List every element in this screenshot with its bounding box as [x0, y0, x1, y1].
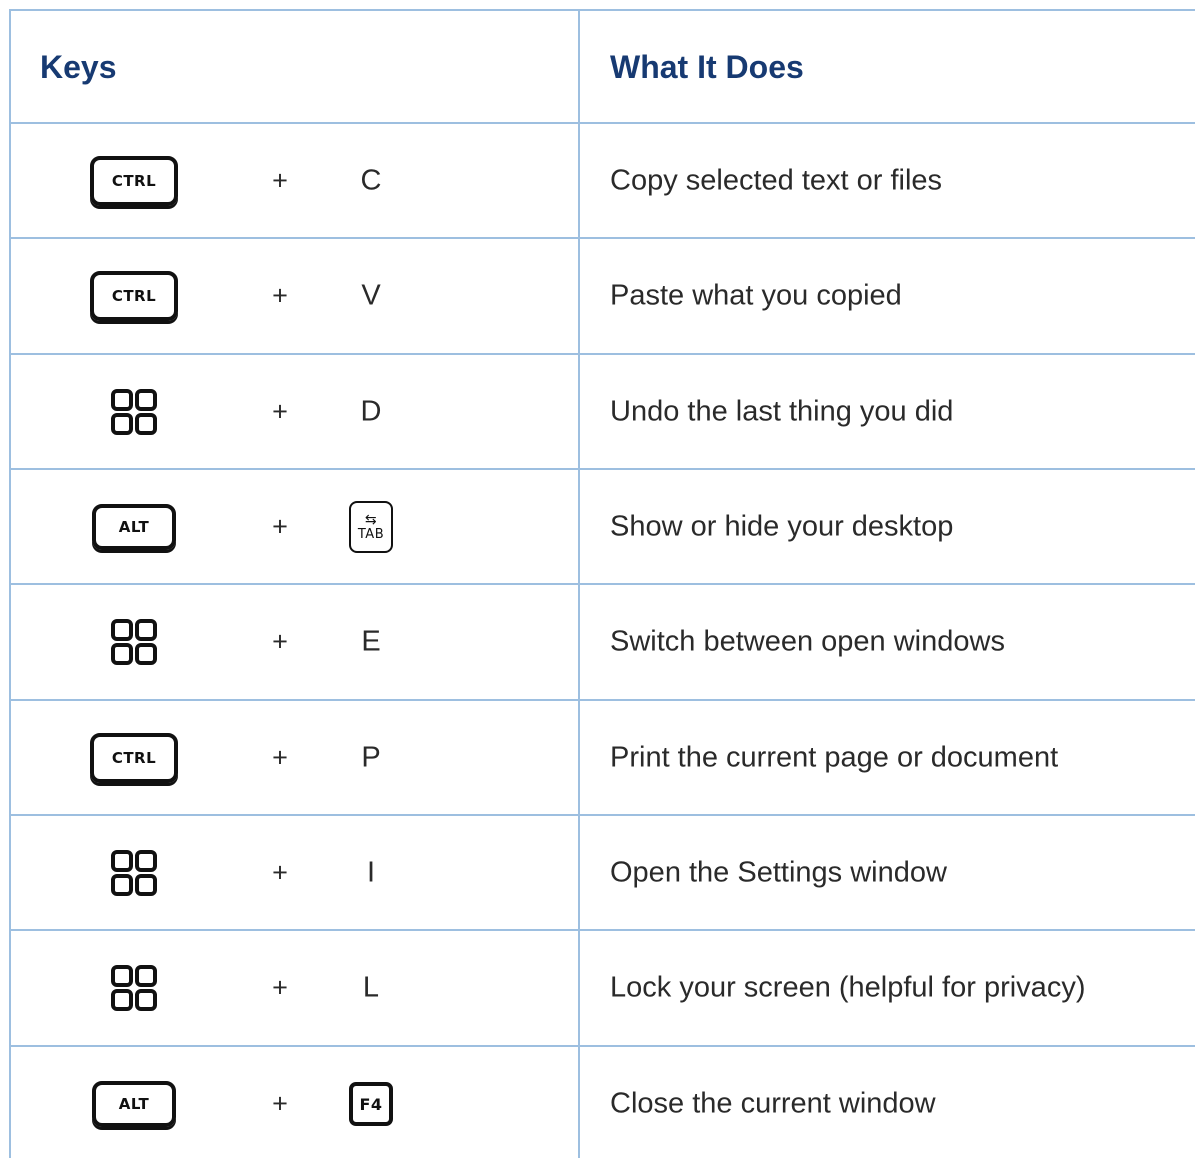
ctrl-key-icon: CTRL	[90, 156, 178, 206]
table-row: CTRL + V Paste what you copied	[9, 239, 1195, 354]
plus-sign: +	[272, 511, 288, 542]
table-row: + L Lock your screen (helpful for privac…	[9, 931, 1195, 1046]
table-row: ALT + F4 Close the current window	[9, 1047, 1195, 1162]
ctrl-key-icon: CTRL	[90, 271, 178, 321]
tab-arrows-icon: ⇆	[364, 512, 378, 528]
shortcut-description: Copy selected text or files	[610, 164, 943, 197]
plus-sign: +	[272, 972, 288, 1003]
table-row: + D Undo the last thing you did	[9, 355, 1195, 470]
shortcut-description: Paste what you copied	[610, 279, 902, 312]
table-row: + E Switch between open windows	[9, 585, 1195, 700]
table-row: CTRL + P Print the current page or docum…	[9, 701, 1195, 816]
shortcut-description: Undo the last thing you did	[610, 395, 954, 428]
tab-key-icon: ⇆ TAB	[349, 501, 393, 553]
plus-sign: +	[272, 165, 288, 196]
plus-sign: +	[272, 857, 288, 888]
key-letter: E	[361, 625, 381, 658]
shortcut-description: Print the current page or document	[610, 741, 1059, 774]
key-letter: D	[360, 395, 382, 428]
shortcut-description: Show or hide your desktop	[610, 510, 954, 543]
key-letter: V	[361, 279, 381, 312]
header-keys: Keys	[40, 49, 117, 85]
table-row: + I Open the Settings window	[9, 816, 1195, 931]
table-border-top	[9, 9, 1195, 11]
windows-key-icon	[110, 849, 158, 897]
f4-key-icon: F4	[349, 1082, 393, 1126]
alt-key-icon: ALT	[92, 504, 176, 550]
plus-sign: +	[272, 396, 288, 427]
f4-key-label: F4	[349, 1082, 393, 1126]
header-what-it-does: What It Does	[610, 49, 804, 85]
key-letter: P	[361, 741, 381, 774]
shortcut-description: Lock your screen (helpful for privacy)	[610, 971, 1086, 1004]
shortcut-description: Open the Settings window	[610, 856, 947, 889]
shortcut-description: Close the current window	[610, 1087, 936, 1120]
shortcut-description: Switch between open windows	[610, 625, 1005, 658]
tab-key-label: TAB	[357, 527, 385, 542]
table-row: ALT + ⇆ TAB Show or hide your desktop	[9, 470, 1195, 585]
windows-key-icon	[110, 388, 158, 436]
plus-sign: +	[272, 1088, 288, 1119]
ctrl-key-icon: CTRL	[90, 733, 178, 783]
key-letter: C	[360, 164, 382, 197]
table-row: CTRL + C Copy selected text or files	[9, 124, 1195, 239]
key-letter: L	[362, 971, 380, 1004]
plus-sign: +	[272, 626, 288, 657]
alt-key-icon: ALT	[92, 1081, 176, 1127]
key-letter: I	[366, 856, 376, 889]
windows-key-icon	[110, 618, 158, 666]
plus-sign: +	[272, 280, 288, 311]
windows-key-icon	[110, 964, 158, 1012]
shortcuts-table: Keys What It Does CTRL + C Copy selected…	[9, 9, 1195, 1158]
plus-sign: +	[272, 742, 288, 773]
